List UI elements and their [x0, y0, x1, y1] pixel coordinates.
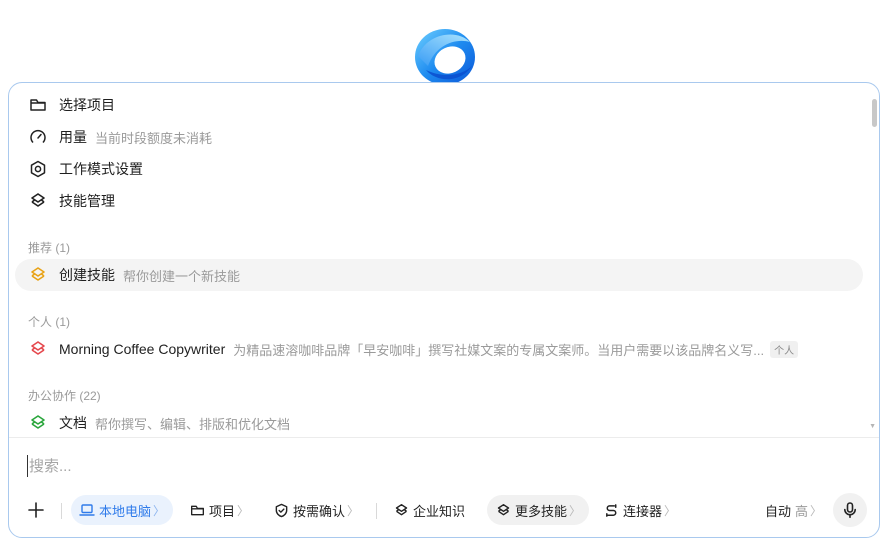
- menu-scrollbar[interactable]: [872, 99, 877, 127]
- connector-label: 连接器: [623, 503, 663, 519]
- project-label: 项目: [209, 503, 236, 519]
- menu-item-desc: 当前时段额度未消耗: [95, 130, 213, 146]
- command-menu: 选择项目 用量 当前时段额度未消耗 工作模式设置 技能管理 推荐 (1) 创建技…: [9, 83, 867, 437]
- skill-desc: 为精品速溶咖啡品牌「早安咖啡」撰写社媒文案的专属文案师。当用户需要以该品牌名义写…: [233, 342, 765, 358]
- connector-icon: [603, 502, 619, 518]
- personal-tag-badge: 个人: [770, 340, 799, 358]
- menu-item-skill-management[interactable]: 技能管理: [15, 185, 863, 217]
- toolbar-divider: [61, 503, 62, 519]
- skill-label: Morning Coffee Copywriter: [59, 341, 226, 357]
- skill-label: 文档: [59, 415, 87, 431]
- menu-item-select-project[interactable]: 选择项目: [15, 89, 863, 121]
- section-title-office: 办公协作 (22): [28, 389, 101, 403]
- menu-item-work-mode-settings[interactable]: 工作模式设置: [15, 153, 863, 185]
- command-panel: 选择项目 用量 当前时段额度未消耗 工作模式设置 技能管理 推荐 (1) 创建技…: [8, 82, 880, 538]
- auto-mode-button[interactable]: 自动 高 〉: [765, 495, 822, 525]
- chevron-right-icon: 〉: [569, 503, 582, 518]
- app-logo-icon: [415, 29, 475, 85]
- more-skills-button[interactable]: 更多技能 〉: [487, 495, 590, 525]
- layers-icon: [495, 502, 511, 518]
- layers-icon: [27, 190, 49, 212]
- connector-button[interactable]: 连接器 〉: [603, 495, 676, 525]
- scroll-down-arrow-icon[interactable]: ▼: [869, 423, 876, 430]
- chevron-right-icon: 〉: [664, 503, 677, 518]
- section-title-personal: 个人 (1): [28, 315, 71, 329]
- menu-item-usage[interactable]: 用量 当前时段额度未消耗: [15, 121, 863, 153]
- search-input[interactable]: [27, 455, 527, 477]
- microphone-button[interactable]: [833, 493, 867, 527]
- input-toolbar: 本地电脑 〉 项目 〉 按需确认 〉 企业知识 更多技能 〉 连接器 〉 自动 …: [9, 493, 879, 527]
- plus-icon: [28, 502, 44, 518]
- divider: [9, 437, 879, 438]
- microphone-icon: [844, 502, 856, 518]
- section-title-recommended: 推荐 (1): [28, 241, 71, 255]
- skill-item-document[interactable]: 文档 帮你撰写、编辑、排版和优化文档: [15, 407, 863, 437]
- skill-item-create-skill[interactable]: 创建技能 帮你创建一个新技能: [15, 259, 863, 291]
- layers-icon: [27, 412, 49, 434]
- local-computer-button[interactable]: 本地电脑 〉: [71, 495, 174, 525]
- layers-icon: [27, 338, 49, 360]
- enterprise-knowledge-button[interactable]: 企业知识: [393, 495, 465, 525]
- local-computer-label: 本地电脑: [99, 503, 152, 519]
- skill-item-morning-coffee-copywriter[interactable]: Morning Coffee Copywriter 为精品速溶咖啡品牌「早安咖啡…: [15, 333, 863, 365]
- level-label: 高: [795, 503, 809, 519]
- folder-icon: [27, 94, 49, 116]
- gauge-icon: [27, 126, 49, 148]
- layers-icon: [393, 502, 409, 518]
- auto-label: 自动: [765, 503, 792, 519]
- chevron-right-icon: 〉: [810, 503, 823, 518]
- more-skills-label: 更多技能: [515, 503, 568, 519]
- folder-icon: [189, 502, 205, 518]
- laptop-icon: [79, 502, 95, 518]
- menu-item-label: 用量: [59, 129, 87, 145]
- project-button[interactable]: 项目 〉: [189, 495, 249, 525]
- menu-item-label: 工作模式设置: [59, 161, 143, 177]
- menu-item-label: 选择项目: [59, 97, 115, 113]
- confirm-mode-button[interactable]: 按需确认 〉: [273, 495, 359, 525]
- menu-item-label: 技能管理: [59, 193, 115, 209]
- add-button[interactable]: [23, 495, 49, 525]
- skill-desc: 帮你撰写、编辑、排版和优化文档: [95, 416, 291, 432]
- toolbar-divider: [376, 503, 377, 519]
- chevron-right-icon: 〉: [153, 503, 166, 518]
- enterprise-knowledge-label: 企业知识: [413, 503, 466, 519]
- skill-label: 创建技能: [59, 267, 115, 283]
- chevron-right-icon: 〉: [347, 503, 360, 518]
- layers-icon: [27, 264, 49, 286]
- check-shield-icon: [273, 502, 289, 518]
- confirm-mode-label: 按需确认: [293, 503, 346, 519]
- gear-icon: [27, 158, 49, 180]
- skill-desc: 帮你创建一个新技能: [123, 268, 241, 284]
- chevron-right-icon: 〉: [237, 503, 250, 518]
